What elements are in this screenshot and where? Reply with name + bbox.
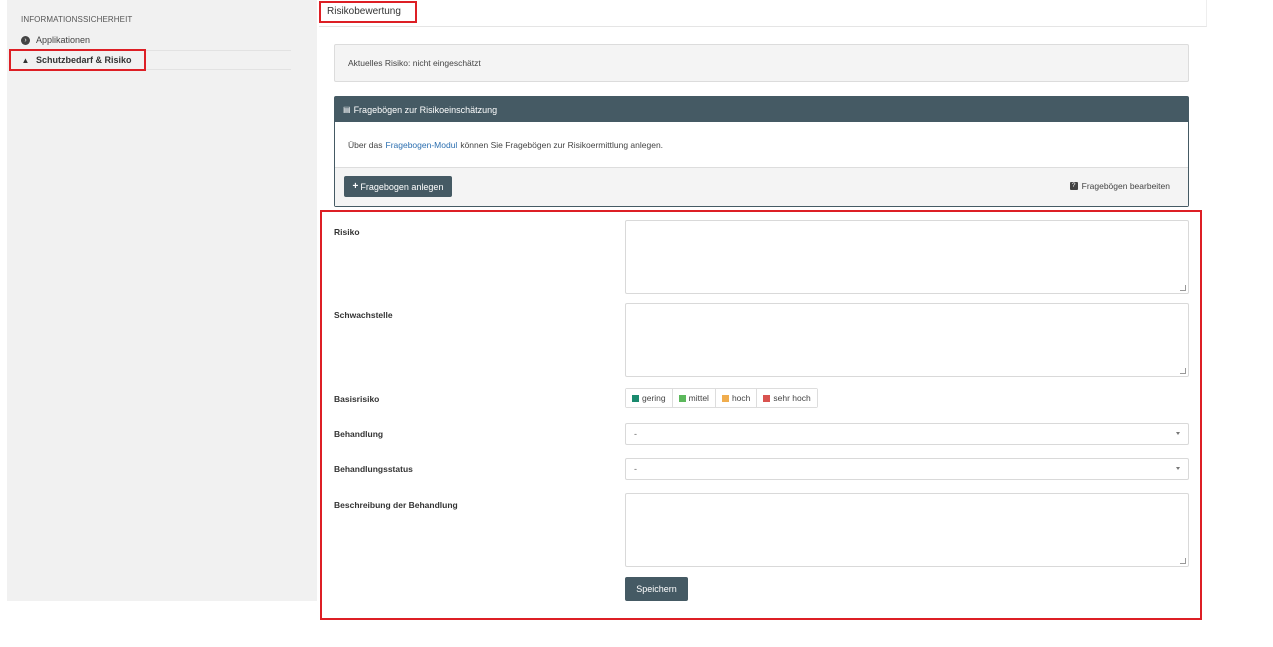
sidebar-item-applikationen[interactable]: › Applikationen	[21, 32, 291, 48]
clipboard-icon: ▤	[343, 105, 351, 114]
edit-questionnaires-label: Fragebögen bearbeiten	[1081, 181, 1170, 191]
plus-icon: +	[352, 181, 359, 192]
current-risk-alert: Aktuelles Risiko: nicht eingeschätzt	[334, 44, 1189, 82]
question-icon: ?	[1069, 182, 1078, 190]
sidebar-item-label: Applikationen	[36, 35, 91, 45]
panel-header: ▤ Fragebögen zur Risikoeinschätzung	[335, 97, 1188, 122]
tab-bar: Risikobewertung	[319, 0, 1207, 27]
panel-footer: + Fragebogen anlegen ? Fragebögen bearbe…	[335, 168, 1188, 206]
add-questionnaire-button[interactable]: + Fragebogen anlegen	[344, 176, 452, 197]
questionnaire-panel: ▤ Fragebögen zur Risikoeinschätzung Über…	[334, 96, 1189, 207]
panel-body: Über das Fragebogen-Modul können Sie Fra…	[335, 122, 1188, 168]
sidebar-section-title: INFORMATIONSSICHERHEIT	[21, 15, 133, 24]
sidebar: INFORMATIONSSICHERHEIT › Applikationen ▲…	[7, 0, 317, 601]
panel-body-prefix: Über das	[348, 139, 383, 150]
fragebogen-modul-link[interactable]: Fragebogen-Modul	[386, 140, 458, 150]
highlight-box-sidebar	[9, 49, 146, 71]
highlight-box-tab	[319, 1, 417, 23]
highlight-box-form	[320, 210, 1202, 620]
edit-questionnaires-link[interactable]: ? Fragebögen bearbeiten	[1069, 181, 1170, 191]
panel-title: Fragebögen zur Risikoeinschätzung	[353, 104, 498, 115]
circle-arrow-icon: ›	[21, 35, 30, 45]
panel-body-suffix: können Sie Fragebögen zur Risikoermittlu…	[460, 139, 664, 150]
add-questionnaire-label: Fragebogen anlegen	[360, 181, 444, 192]
